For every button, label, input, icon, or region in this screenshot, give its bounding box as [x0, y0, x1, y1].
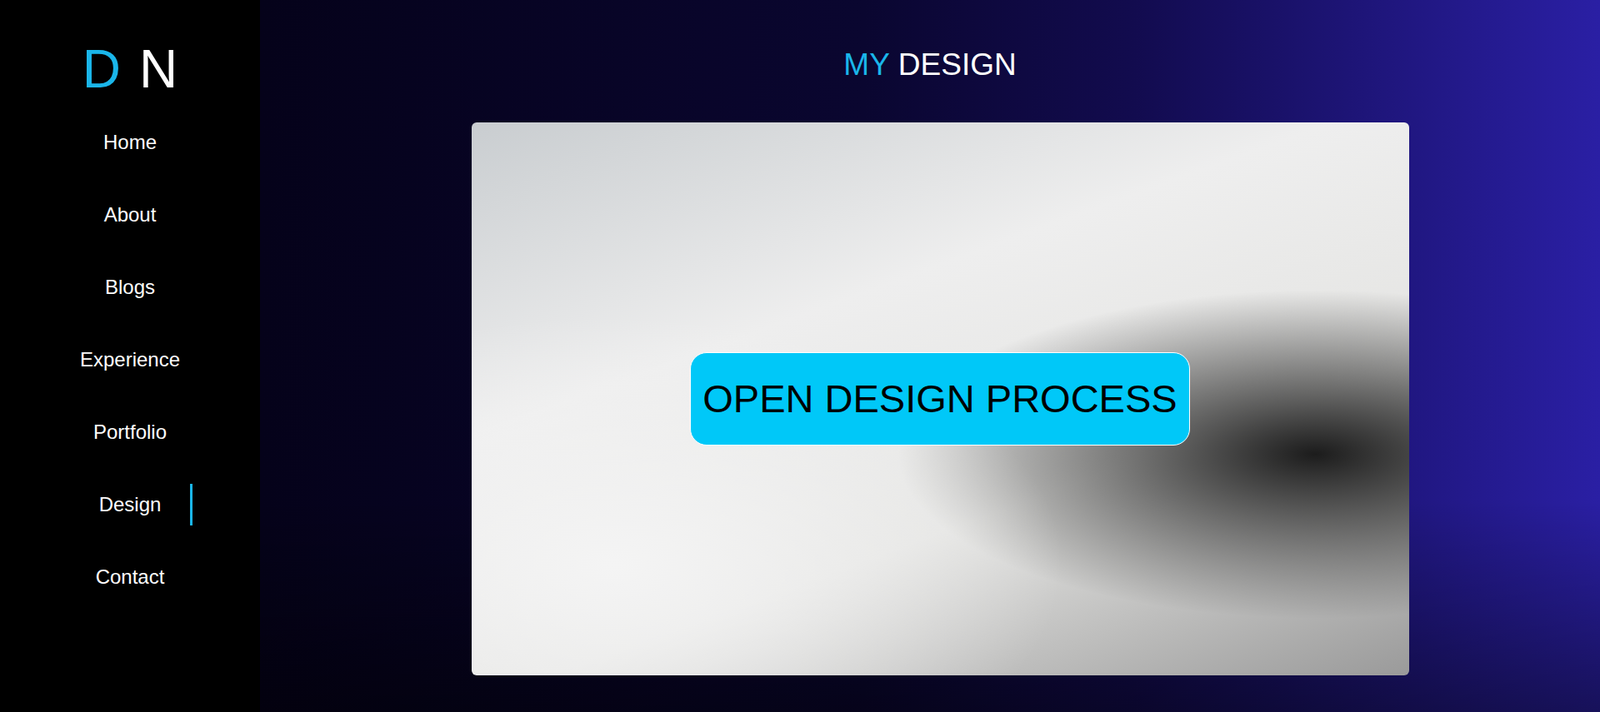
section-title: MYDESIGN — [843, 48, 1016, 83]
sidebar-item[interactable]: About — [92, 192, 169, 238]
logo-letter: D — [82, 40, 121, 99]
sidebar-item[interactable]: Blogs — [93, 265, 167, 310]
design-photo: OPEN DESIGN PROCESS — [471, 122, 1410, 676]
nav-list: Home About Blogs Experience Portfolio Design C… — [68, 120, 192, 600]
logo-letter: N — [139, 40, 178, 99]
sidebar-item[interactable]: Contact — [84, 555, 177, 600]
sidebar-item[interactable]: Portfolio — [81, 410, 179, 455]
active-indicator — [190, 484, 193, 526]
design-section: MYDESIGN OPEN DESIGN PROCESS — [260, 0, 1600, 712]
sidebar: DN Home About Blogs Experience Portfolio Desig… — [0, 0, 260, 712]
logo[interactable]: DN — [82, 40, 178, 99]
title-word: DESIGN — [898, 48, 1017, 83]
page: DN Home About Blogs Experience Portfolio Desig… — [0, 0, 1600, 712]
sidebar-item[interactable]: Home — [91, 120, 169, 165]
title-word: MY — [843, 48, 890, 83]
sidebar-item[interactable]: Experience — [68, 337, 192, 383]
sidebar-item[interactable]: Design — [87, 482, 174, 528]
open-design-button[interactable]: OPEN DESIGN PROCESS — [690, 352, 1190, 446]
